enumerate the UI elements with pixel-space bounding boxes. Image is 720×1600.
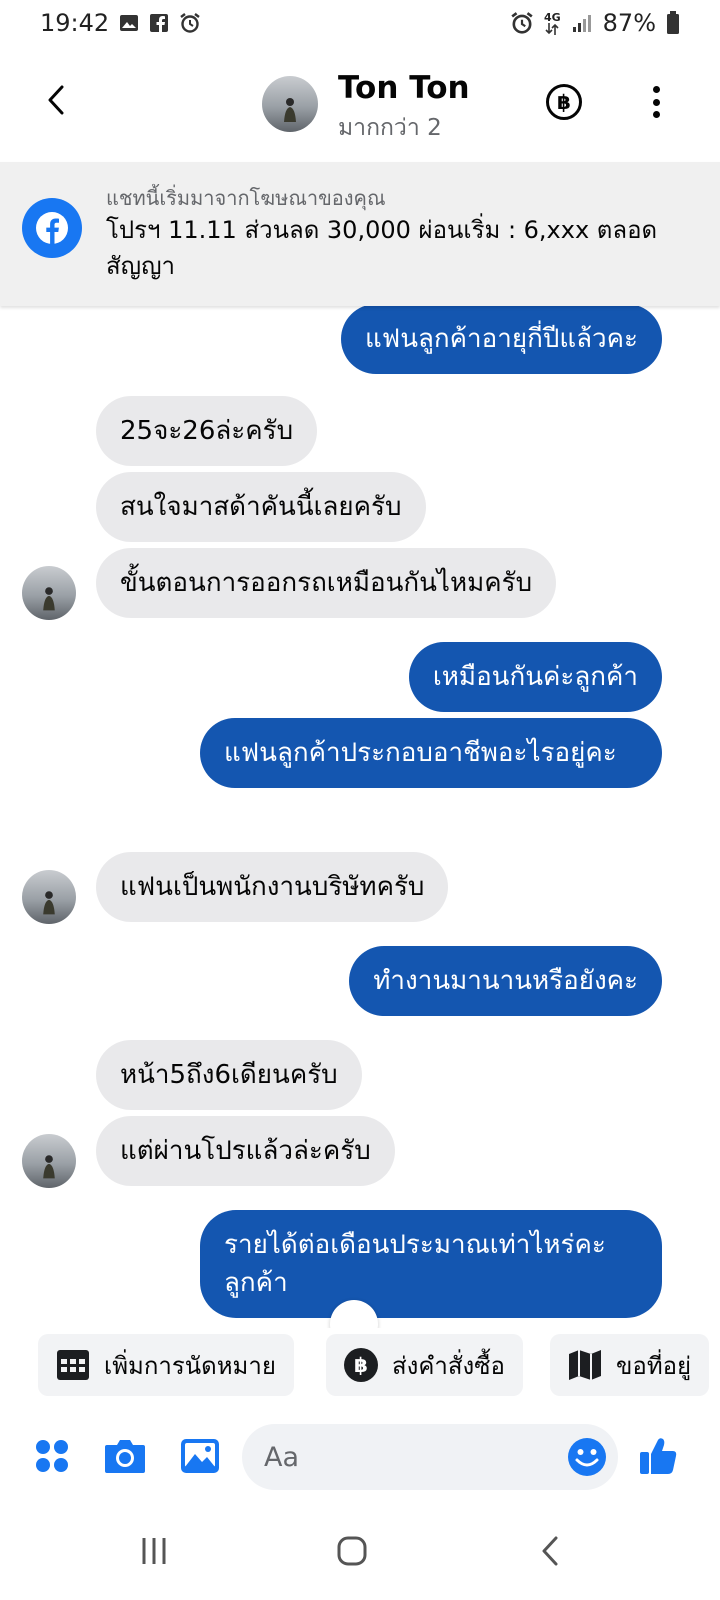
- quick-reply-order[interactable]: ฿ ส่งคำสั่งซื้อ: [326, 1334, 523, 1396]
- signal-icon: [571, 12, 593, 34]
- quick-reply-label: เพิ่มการนัดหมาย: [104, 1351, 276, 1380]
- facebook-notification-icon: [149, 13, 169, 33]
- chevron-left-icon: [48, 85, 64, 115]
- sender-avatar[interactable]: [22, 1134, 76, 1188]
- thumbs-up-icon: [640, 1438, 677, 1474]
- network-type-icon: 4G: [544, 12, 561, 35]
- sender-avatar[interactable]: [22, 566, 76, 620]
- more-dot-icon: [652, 86, 660, 93]
- calendar-icon: [57, 1350, 89, 1380]
- ad-context-banner[interactable]: แชทนี้เริ่มมาจากโฆษณาของคุณ โปรฯ 11.11 ส…: [0, 162, 720, 306]
- baht-icon: ฿: [557, 90, 571, 114]
- back-icon: [542, 1536, 558, 1566]
- ad-origin-label: แชทนี้เริ่มมาจากโฆษณาของคุณ: [106, 186, 386, 210]
- quick-reply-bar: เพิ่มการนัดหมาย ฿ ส่งคำสั่งซื้อ ขอที่อยู…: [0, 1328, 720, 1404]
- quick-reply-label: ส่งคำสั่งซื้อ: [392, 1351, 505, 1380]
- alarm-icon: [510, 11, 534, 35]
- message-bubble-outgoing[interactable]: แฟนลูกค้าอายุกี่ปีแล้วคะ: [341, 306, 662, 374]
- network-type-label: 4G: [543, 10, 561, 24]
- message-input-container[interactable]: [242, 1424, 618, 1490]
- message-bubble-incoming[interactable]: ขั้นตอนการออกรถเหมือนกันไหมครับ: [96, 548, 557, 618]
- alarm-notification-icon: [179, 12, 201, 34]
- message-bubble-incoming[interactable]: แฟนเป็นพนักงานบริษัทครับ: [96, 852, 449, 922]
- message-bubble-incoming[interactable]: แต่ผ่านโปรแล้วล่ะครับ: [96, 1116, 395, 1186]
- status-right: 4G 87%: [510, 9, 680, 37]
- status-left: 19:42: [40, 9, 201, 37]
- message-bubble-outgoing[interactable]: รายได้ต่อเดือนประมาณเท่าไหร่คะลูกค้า: [200, 1210, 662, 1318]
- message-bubble-incoming[interactable]: สนใจมาสด้าคันนี้เลยครับ: [96, 472, 426, 542]
- system-navigation-bar: [0, 1504, 720, 1600]
- like-button[interactable]: [636, 1434, 680, 1478]
- back-button[interactable]: [32, 76, 80, 124]
- map-icon: [569, 1350, 601, 1380]
- conversation-header: Ton Ton มากกว่า 2 ฿: [0, 46, 720, 162]
- camera-icon: [105, 1440, 145, 1473]
- recent-apps-button[interactable]: [124, 1526, 184, 1576]
- message-input[interactable]: [264, 1424, 544, 1490]
- sender-avatar[interactable]: [22, 870, 76, 924]
- four-dots-icon: [36, 1440, 68, 1472]
- more-dot-icon: [652, 111, 660, 118]
- contact-subtitle: มากกว่า 2: [338, 115, 442, 141]
- message-bubble-outgoing[interactable]: ทำงานมานานหรือยังคะ: [349, 946, 662, 1016]
- ad-headline: โปรฯ 11.11 ส่วนลด 30,000 ผ่อนเริ่ม : 6,x…: [106, 216, 658, 280]
- payment-button[interactable]: ฿: [546, 84, 582, 120]
- more-actions-button[interactable]: [30, 1434, 74, 1478]
- message-bubble-outgoing[interactable]: แฟนลูกค้าประกอบอาชีพอะไรอยู่คะ: [200, 718, 662, 788]
- camera-button[interactable]: [103, 1434, 147, 1478]
- battery-percent: 87%: [602, 9, 656, 37]
- message-list[interactable]: แฟนลูกค้าอายุกี่ปีแล้วคะ 25จะ26ล่ะครับ ส…: [0, 306, 720, 1328]
- image-icon: [181, 1439, 219, 1473]
- quick-reply-address[interactable]: ขอที่อยู่: [550, 1334, 710, 1396]
- contact-name: Ton Ton: [338, 70, 470, 106]
- message-bubble-incoming[interactable]: 25จะ26ล่ะครับ: [96, 396, 318, 466]
- status-time: 19:42: [40, 9, 110, 37]
- more-options-button[interactable]: [646, 82, 666, 122]
- baht-icon: ฿: [344, 1348, 378, 1382]
- message-bubble-outgoing[interactable]: เหมือนกันค่ะลูกค้า: [408, 642, 662, 712]
- avatar[interactable]: [262, 76, 318, 132]
- message-composer: [0, 1404, 720, 1504]
- status-bar: 19:42 4G 87%: [0, 0, 720, 46]
- gallery-notification-icon: [119, 13, 139, 33]
- facebook-icon: [22, 198, 82, 258]
- gallery-button[interactable]: [178, 1434, 222, 1478]
- quick-reply-label: ขอที่อยู่: [616, 1351, 692, 1380]
- battery-icon: [666, 11, 680, 35]
- home-button[interactable]: [322, 1526, 382, 1576]
- home-icon: [337, 1536, 367, 1566]
- recent-apps-icon: [142, 1538, 166, 1564]
- more-dot-icon: [652, 98, 660, 106]
- back-nav-button[interactable]: [520, 1526, 580, 1576]
- quick-reply-appointment[interactable]: เพิ่มการนัดหมาย: [38, 1334, 294, 1396]
- message-bubble-incoming[interactable]: หน้า5ถึง6เดียนครับ: [96, 1040, 362, 1110]
- emoji-icon[interactable]: [566, 1436, 608, 1478]
